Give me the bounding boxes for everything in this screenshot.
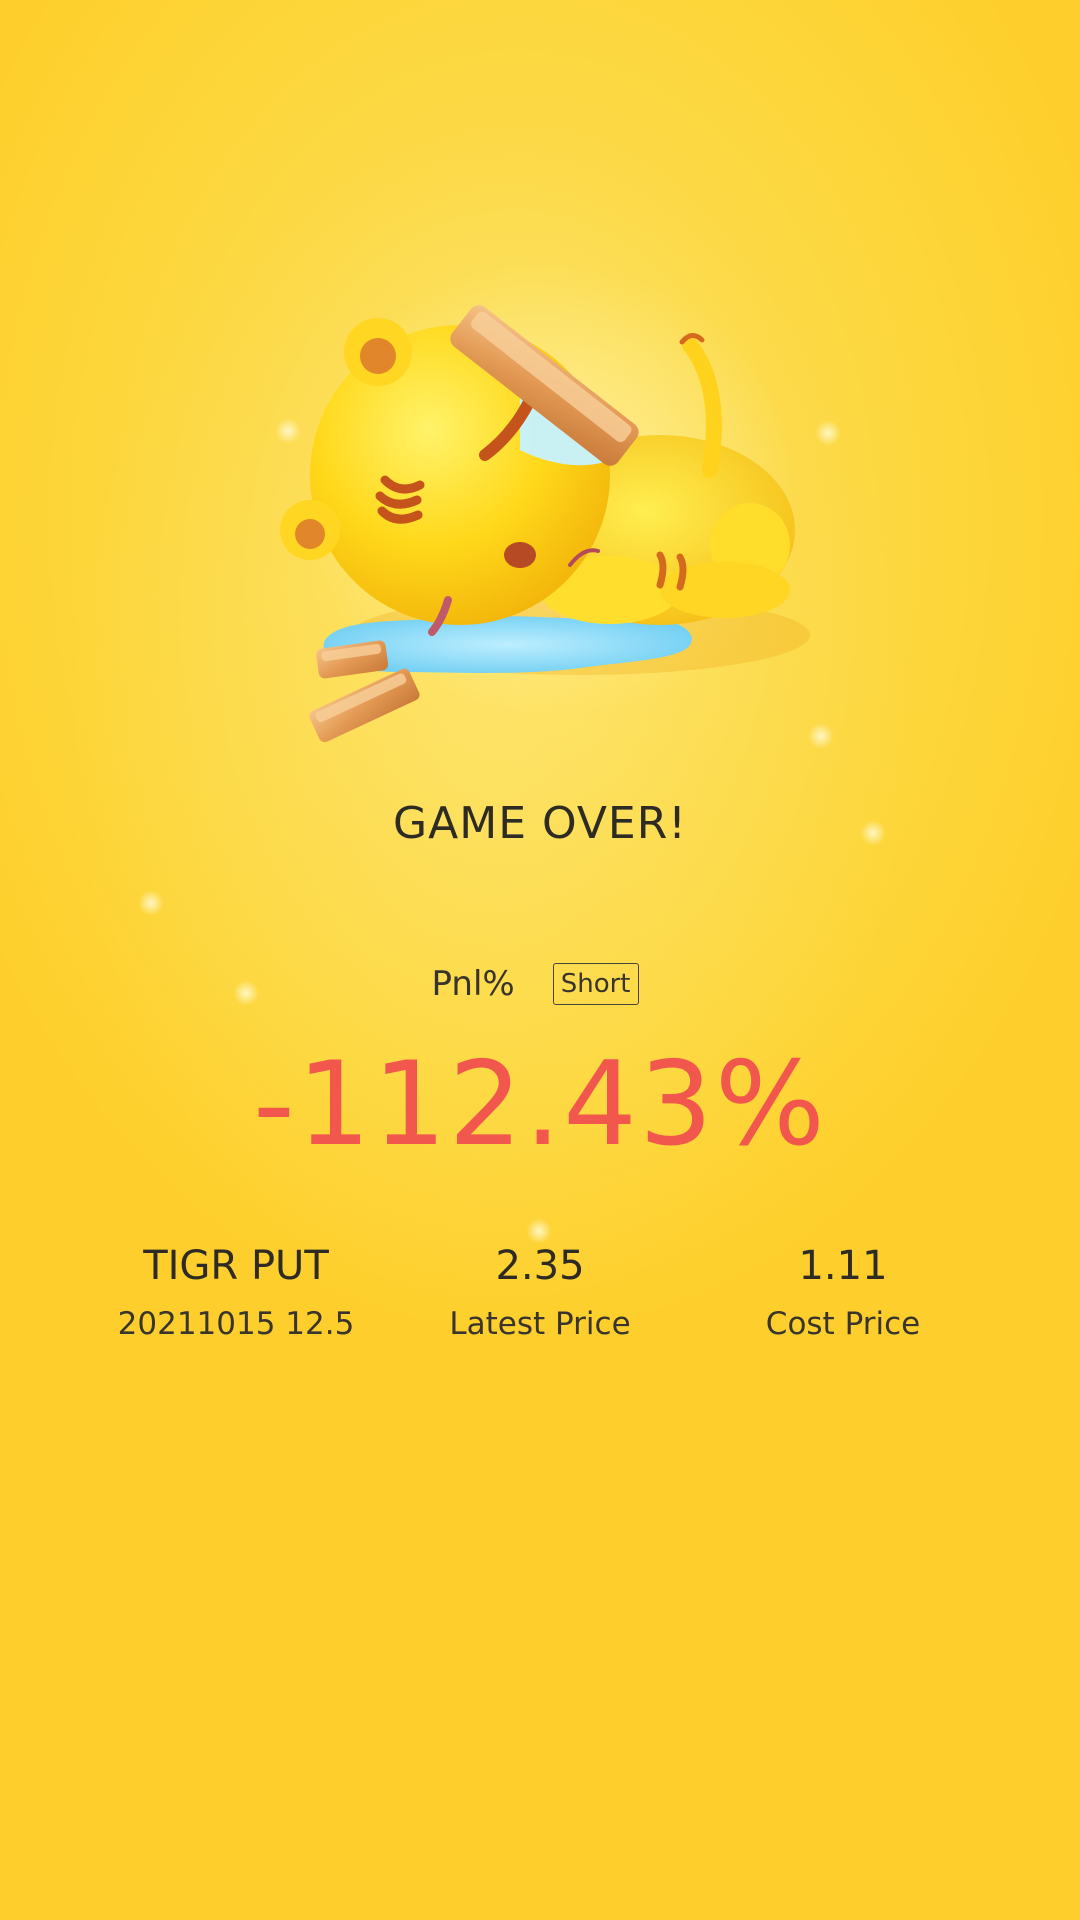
stat-cost-price: 1.11 Cost Price <box>693 1240 993 1344</box>
pnl-label: Pnl% <box>431 964 515 1004</box>
position-side-badge: Short <box>552 963 639 1005</box>
page-title: GAME OVER! <box>393 798 687 849</box>
sparkle-decoration <box>138 890 164 916</box>
stat-latest-price: 2.35 Latest Price <box>390 1240 690 1344</box>
sad-tiger-mascot-icon <box>280 305 810 743</box>
cost-price-label: Cost Price <box>765 1306 921 1342</box>
contract-symbol: TIGR PUT <box>143 1243 329 1289</box>
latest-price-label: Latest Price <box>449 1306 631 1342</box>
stat-contract: TIGR PUT 20211015 12.5 <box>86 1240 386 1344</box>
position-stats: TIGR PUT 20211015 12.5 2.35 Latest Price… <box>0 1240 1080 1360</box>
contract-detail: 20211015 12.5 <box>117 1306 355 1342</box>
pnl-header: Pnl% Short <box>0 963 1080 1005</box>
pnl-value: -112.43% <box>253 1037 827 1172</box>
cost-price-value: 1.11 <box>798 1243 888 1289</box>
latest-price-value: 2.35 <box>495 1243 585 1289</box>
